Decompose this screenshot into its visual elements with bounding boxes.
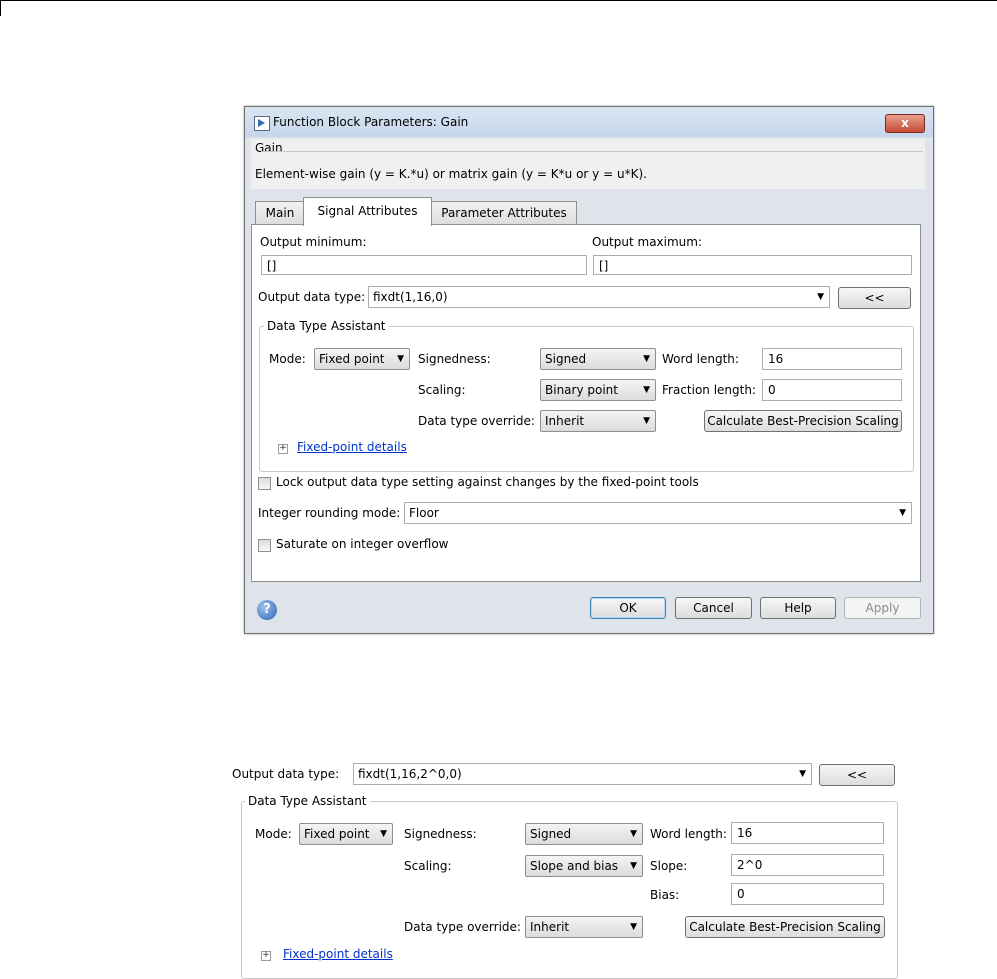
fraction-length-label: Fraction length: <box>662 383 757 397</box>
lock-data-type-checkbox[interactable] <box>258 477 271 490</box>
help-button[interactable]: Help <box>760 597 836 619</box>
saturate-overflow-checkbox[interactable] <box>258 539 271 552</box>
word-length-label: Word length: <box>650 827 727 841</box>
ok-button[interactable]: OK <box>590 597 666 619</box>
show-data-type-assistant-button[interactable]: << <box>838 287 911 309</box>
integer-rounding-select[interactable]: Floor ▼ <box>404 502 912 524</box>
mode-select[interactable]: Fixed point ▼ <box>314 348 410 370</box>
tab-signal-attributes[interactable]: Signal Attributes <box>303 197 432 226</box>
chevron-down-icon: ▼ <box>630 922 637 932</box>
output-data-type-label: Output data type: <box>258 290 366 304</box>
signedness-select[interactable]: Signed ▼ <box>540 348 656 370</box>
output-data-type-combo[interactable]: fixdt(1,16,0) ▼ <box>368 286 830 308</box>
description-group-label: Gain <box>255 141 283 155</box>
show-data-type-assistant-button[interactable]: << <box>819 764 895 786</box>
signedness-select[interactable]: Signed ▼ <box>525 823 643 845</box>
description-area <box>251 139 925 189</box>
apply-button[interactable]: Apply <box>844 597 921 619</box>
scaling-label: Scaling: <box>404 859 452 873</box>
word-length-field[interactable]: 16 <box>762 348 902 370</box>
cancel-button[interactable]: Cancel <box>675 597 752 619</box>
slope-label: Slope: <box>650 859 688 873</box>
bias-label: Bias: <box>650 888 680 902</box>
output-data-type-label: Output data type: <box>232 767 340 781</box>
word-length-field[interactable]: 16 <box>731 822 884 844</box>
page-top-rule <box>0 0 997 1</box>
output-minimum-field[interactable]: [] <box>261 255 587 275</box>
mode-value: Fixed point <box>319 352 385 366</box>
output-maximum-label: Output maximum: <box>592 235 703 249</box>
slope-field[interactable]: 2^0 <box>731 854 884 876</box>
scaling-select[interactable]: Slope and bias ▼ <box>525 855 643 877</box>
page-corner-rule <box>0 0 1 16</box>
expand-plus-icon[interactable]: + <box>278 444 288 454</box>
dialog-title: Function Block Parameters: Gain <box>273 115 469 129</box>
scaling-select[interactable]: Binary point ▼ <box>540 379 656 401</box>
integer-rounding-value: Floor <box>409 506 439 520</box>
simulink-app-icon <box>254 116 270 131</box>
chevron-down-icon: ▼ <box>630 861 637 871</box>
chevron-down-icon: ▼ <box>380 829 387 839</box>
chevron-down-icon: ▼ <box>643 416 650 426</box>
mode-label: Mode: <box>269 352 306 366</box>
group-divider <box>261 151 923 152</box>
chevron-down-icon: ▼ <box>817 292 824 302</box>
mode-select[interactable]: Fixed point ▼ <box>299 823 393 845</box>
mode-value: Fixed point <box>304 827 370 841</box>
calculate-best-precision-scaling-button[interactable]: Calculate Best-Precision Scaling <box>685 916 885 938</box>
block-description: Element-wise gain (y = K.*u) or matrix g… <box>255 167 647 181</box>
fixed-point-details-link[interactable]: Fixed-point details <box>283 947 393 961</box>
output-data-type-value: fixdt(1,16,0) <box>373 290 448 304</box>
scaling-value: Binary point <box>545 383 618 397</box>
data-type-override-label: Data type override: <box>418 414 535 428</box>
signal-attributes-panel: Output minimum: [] Output maximum: [] Ou… <box>251 224 921 582</box>
output-data-type-combo[interactable]: fixdt(1,16,2^0,0) ▼ <box>353 763 812 785</box>
fixed-point-details-link[interactable]: Fixed-point details <box>297 440 407 454</box>
data-type-override-value: Inherit <box>530 920 570 934</box>
signedness-label: Signedness: <box>404 827 477 841</box>
chevron-down-icon: ▼ <box>643 354 650 364</box>
calculate-best-precision-scaling-button[interactable]: Calculate Best-Precision Scaling <box>704 410 902 432</box>
output-data-type-value: fixdt(1,16,2^0,0) <box>358 767 462 781</box>
data-type-override-select[interactable]: Inherit ▼ <box>525 916 643 938</box>
signedness-label: Signedness: <box>418 352 491 366</box>
chevron-down-icon: ▼ <box>899 508 906 518</box>
scaling-value: Slope and bias <box>530 859 619 873</box>
integer-rounding-label: Integer rounding mode: <box>258 506 401 520</box>
expand-plus-icon[interactable]: + <box>261 951 271 961</box>
mode-label: Mode: <box>255 827 292 841</box>
chevron-down-icon: ▼ <box>799 769 806 779</box>
chevron-down-icon: ▼ <box>643 385 650 395</box>
slope-and-bias-panel: Output data type: fixdt(1,16,2^0,0) ▼ <<… <box>231 755 901 979</box>
close-button[interactable]: x <box>885 114 925 133</box>
word-length-label: Word length: <box>662 352 739 366</box>
fraction-length-field[interactable]: 0 <box>762 379 902 401</box>
output-minimum-label: Output minimum: <box>260 235 367 249</box>
chevron-down-icon: ▼ <box>397 354 404 364</box>
data-type-assistant-title: Data Type Assistant <box>264 319 389 333</box>
data-type-assistant-title: Data Type Assistant <box>245 794 370 808</box>
tab-parameter-attributes[interactable]: Parameter Attributes <box>431 201 577 225</box>
signedness-value: Signed <box>530 827 572 841</box>
data-type-override-label: Data type override: <box>404 920 521 934</box>
scaling-label: Scaling: <box>418 383 466 397</box>
data-type-override-value: Inherit <box>545 414 585 428</box>
output-maximum-field[interactable]: [] <box>593 255 912 275</box>
bias-field[interactable]: 0 <box>731 883 884 905</box>
signedness-value: Signed <box>545 352 587 366</box>
help-icon[interactable]: ? <box>257 600 277 620</box>
saturate-overflow-label: Saturate on integer overflow <box>276 537 449 551</box>
function-block-parameters-dialog: Function Block Parameters: Gain x Gain E… <box>244 106 934 634</box>
tab-main[interactable]: Main <box>255 201 305 225</box>
lock-data-type-label: Lock output data type setting against ch… <box>276 475 699 489</box>
chevron-down-icon: ▼ <box>630 829 637 839</box>
data-type-override-select[interactable]: Inherit ▼ <box>540 410 656 432</box>
